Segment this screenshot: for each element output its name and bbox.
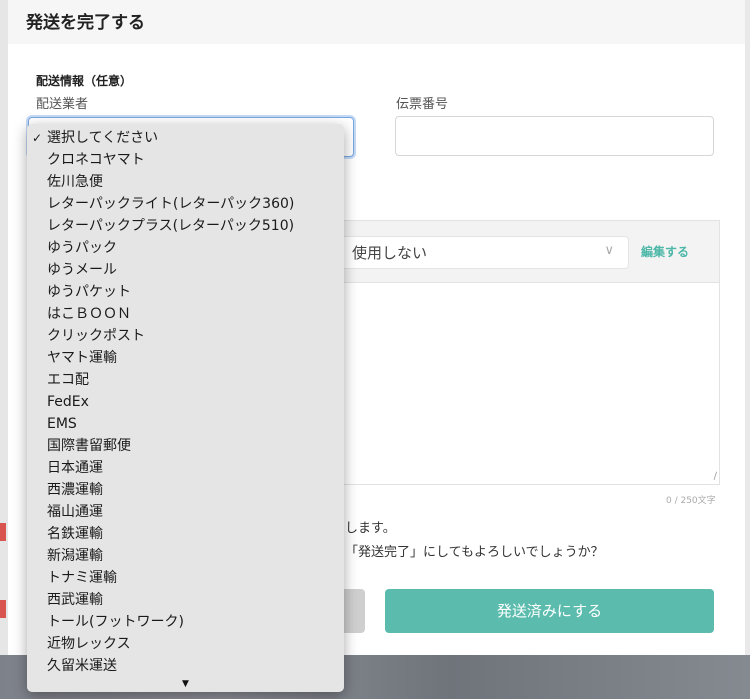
- carrier-option-label: 国際書留郵便: [47, 438, 131, 454]
- carrier-option[interactable]: 国際書留郵便: [27, 435, 344, 457]
- carrier-option-label: クロネコヤマト: [47, 152, 145, 168]
- carrier-option[interactable]: クロネコヤマト: [27, 149, 344, 171]
- carrier-dropdown-list[interactable]: ✓ 選択してください クロネコヤマト 佐川急便レターパックライト(レターパック360)…: [27, 124, 344, 692]
- confirm-notice-line2: 「発送完了」にしてもよろしいでしょうか？: [345, 545, 604, 560]
- carrier-option[interactable]: はこＢＯＯＮ: [27, 303, 344, 325]
- carrier-option[interactable]: ✓ 選択してください: [27, 127, 344, 149]
- carrier-option-label: ゆうメール: [47, 262, 117, 278]
- carrier-option[interactable]: ゆうメール: [27, 259, 344, 281]
- carrier-option[interactable]: レターパックライト(レターパック360): [27, 193, 344, 215]
- carrier-option[interactable]: エコ配: [27, 369, 344, 391]
- edit-template-link[interactable]: 編集する: [641, 243, 689, 260]
- scroll-down-arrow-icon[interactable]: ▼: [27, 679, 344, 689]
- carrier-option-label: 西武運輸: [47, 592, 103, 608]
- carrier-option-label: トール(フットワーク): [47, 614, 184, 630]
- background-badge: [0, 523, 6, 541]
- carrier-option[interactable]: 福山通運: [27, 501, 344, 523]
- carrier-option[interactable]: FedEx: [27, 391, 344, 413]
- carrier-option-label: ゆうパック: [47, 240, 117, 256]
- resize-handle-icon[interactable]: ∕: [714, 471, 717, 482]
- background-badge: [0, 600, 6, 618]
- carrier-option-label: レターパックプラス(レターパック510): [47, 218, 295, 234]
- background-page-left: [0, 0, 8, 655]
- tracking-number-input[interactable]: [395, 116, 714, 156]
- carrier-option-label: 佐川急便: [47, 174, 103, 190]
- tracking-number-label: 伝票番号: [396, 97, 449, 112]
- carrier-option[interactable]: 西濃運輸: [27, 479, 344, 501]
- carrier-option[interactable]: 久留米運送: [27, 655, 344, 677]
- carrier-option[interactable]: ゆうパック: [27, 237, 344, 259]
- carrier-option[interactable]: 名鉄運輸: [27, 523, 344, 545]
- carrier-option-label: 選択してください: [47, 130, 159, 146]
- carrier-option-label: EMS: [47, 416, 77, 432]
- carrier-option-label: トナミ運輸: [47, 570, 117, 586]
- message-template-select[interactable]: 使用しない ∨: [329, 236, 629, 269]
- carrier-option[interactable]: 西武運輸: [27, 589, 344, 611]
- carrier-option-label: はこＢＯＯＮ: [47, 306, 131, 322]
- carrier-option-label: エコ配: [47, 372, 89, 388]
- char-counter: 0 / 250文字: [666, 496, 716, 506]
- carrier-option[interactable]: 近物レックス: [27, 633, 344, 655]
- carrier-option-label: 名鉄運輸: [47, 526, 103, 542]
- carrier-option[interactable]: 日本通運: [27, 457, 344, 479]
- modal-header: 発送を完了する: [8, 0, 745, 44]
- carrier-option[interactable]: ゆうパケット: [27, 281, 344, 303]
- modal-title: 発送を完了する: [26, 13, 145, 33]
- carrier-option-label: 福山通運: [47, 504, 103, 520]
- mark-shipped-button[interactable]: 発送済みにする: [385, 589, 714, 633]
- carrier-option[interactable]: ヤマト運輸: [27, 347, 344, 369]
- carrier-option-label: ゆうパケット: [47, 284, 131, 300]
- carrier-option-label: 近物レックス: [47, 636, 131, 652]
- background-page-right: [745, 0, 750, 655]
- carrier-option[interactable]: トナミ運輸: [27, 567, 344, 589]
- carrier-option-label: レターパックライト(レターパック360): [47, 196, 295, 212]
- carrier-option[interactable]: クリックポスト: [27, 325, 344, 347]
- template-selected-value: 使用しない: [352, 244, 428, 262]
- chevron-down-icon: ∨: [604, 243, 614, 258]
- carrier-option-list: ✓ 選択してください クロネコヤマト 佐川急便レターパックライト(レターパック360)…: [27, 127, 344, 677]
- checkmark-icon: ✓: [32, 131, 43, 145]
- carrier-option[interactable]: レターパックプラス(レターパック510): [27, 215, 344, 237]
- carrier-option-label: 日本通運: [47, 460, 103, 476]
- carrier-option-label: 西濃運輸: [47, 482, 103, 498]
- carrier-option-label: FedEx: [47, 394, 89, 410]
- carrier-option[interactable]: トール(フットワーク): [27, 611, 344, 633]
- carrier-option-label: 久留米運送: [47, 658, 117, 674]
- carrier-label: 配送業者: [36, 97, 89, 112]
- shipping-info-label: 配送情報（任意）: [36, 74, 133, 88]
- confirm-notice-line1: します。: [345, 521, 396, 536]
- carrier-option-label: ヤマト運輸: [47, 350, 117, 366]
- carrier-option-label: クリックポスト: [47, 328, 145, 344]
- carrier-option[interactable]: EMS: [27, 413, 344, 435]
- carrier-option-label: 新潟運輸: [47, 548, 103, 564]
- carrier-option[interactable]: 佐川急便: [27, 171, 344, 193]
- carrier-option[interactable]: 新潟運輸: [27, 545, 344, 567]
